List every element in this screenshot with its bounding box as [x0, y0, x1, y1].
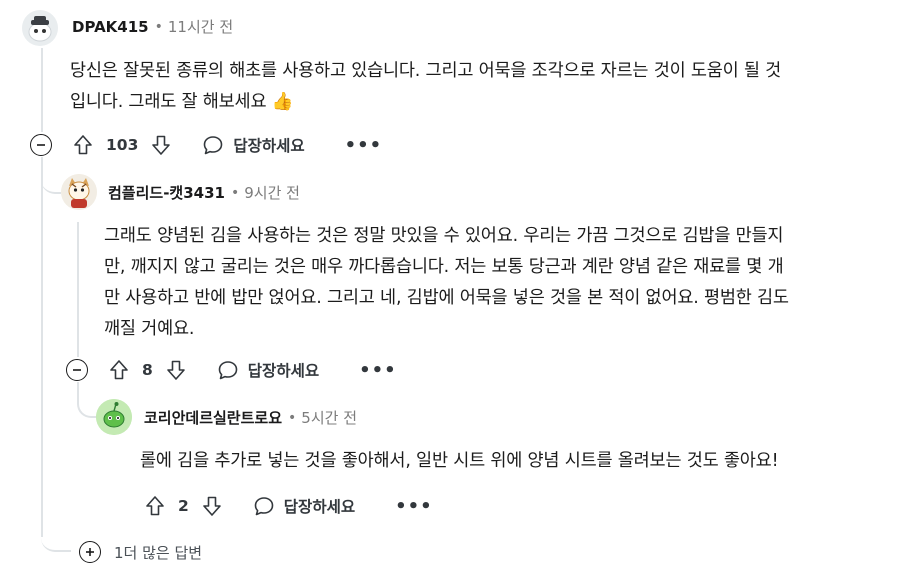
- minus-icon: [73, 369, 81, 371]
- username[interactable]: 컴플리드-캣3431: [108, 182, 225, 203]
- thread-connector: [41, 176, 61, 194]
- more-replies-button[interactable]: 1더 많은 답변: [79, 541, 202, 563]
- comment-meta: 코리안데르실란트로요 • 5시간 전: [144, 407, 357, 428]
- more-options-icon[interactable]: •••: [359, 360, 397, 381]
- separator-dot: •: [154, 18, 163, 35]
- comment-line: 깨질 거예요.: [104, 319, 195, 339]
- collapse-button[interactable]: [66, 359, 88, 381]
- comment-body: 롤에 김을 추가로 넣는 것을 좋아해서, 일반 시트 위에 양념 시트를 올려…: [140, 446, 779, 477]
- minus-icon: [37, 144, 45, 146]
- upvote-icon[interactable]: [144, 495, 166, 517]
- comment-line: 그래도 양념된 김을 사용하는 것은 정말 맛있을 수 있어요. 우리는 가끔 …: [104, 226, 784, 246]
- comment-meta: 컴플리드-캣3431 • 9시간 전: [108, 182, 300, 203]
- speech-bubble-icon: [204, 136, 223, 155]
- upvote-icon[interactable]: [108, 359, 130, 381]
- downvote-icon[interactable]: [201, 495, 223, 517]
- reply-button[interactable]: 답장하세요: [253, 495, 355, 517]
- comment-actions: 8 답장하세요 •••: [108, 356, 397, 384]
- username[interactable]: 코리안데르실란트로요: [144, 407, 282, 428]
- downvote-icon[interactable]: [165, 359, 187, 381]
- timestamp[interactable]: 9시간 전: [244, 182, 300, 203]
- timestamp[interactable]: 11시간 전: [168, 16, 233, 37]
- thread-connector: [41, 520, 71, 552]
- comment-actions: 103 답장하세요 •••: [72, 131, 382, 159]
- speech-bubble-icon: [218, 361, 238, 380]
- comment-body: 그래도 양념된 김을 사용하는 것은 정말 맛있을 수 있어요. 우리는 가끔 …: [104, 221, 789, 345]
- expand-button[interactable]: [79, 541, 101, 563]
- thread-line-root: [41, 157, 43, 537]
- vote-score: 103: [106, 136, 139, 154]
- vote-score: 8: [142, 361, 153, 379]
- more-replies-label: 1더 많은 답변: [114, 543, 203, 562]
- reply-label: 답장하세요: [233, 137, 305, 155]
- thread-line-root: [41, 48, 43, 132]
- plus-icon: [86, 548, 94, 556]
- more-options-icon[interactable]: •••: [345, 135, 383, 156]
- reply-label: 답장하세요: [247, 362, 320, 380]
- upvote-icon[interactable]: [72, 134, 94, 156]
- comment-meta: DPAK415 • 11시간 전: [72, 16, 233, 37]
- reply-button[interactable]: 답장하세요: [217, 359, 319, 381]
- comment-line: 만 사용하고 반에 밥만 얹어요. 그리고 네, 김밥에 어묵을 넣은 것을 본…: [104, 288, 789, 308]
- speech-bubble-icon: [254, 497, 274, 516]
- username[interactable]: DPAK415: [72, 18, 149, 36]
- comment-line: 롤에 김을 추가로 넣는 것을 좋아해서, 일반 시트 위에 양념 시트를 올려…: [140, 451, 779, 471]
- reply-button[interactable]: 답장하세요: [202, 134, 305, 156]
- cat-avatar-icon[interactable]: [61, 174, 97, 210]
- thread-line-child: [77, 222, 79, 357]
- comment-line: 입니다. 그래도 잘 해보세요 👍: [70, 92, 294, 112]
- reply-label: 답장하세요: [283, 498, 356, 516]
- timestamp[interactable]: 5시간 전: [301, 407, 357, 428]
- snoo-avatar-icon[interactable]: [22, 10, 58, 46]
- more-options-icon[interactable]: •••: [395, 496, 433, 517]
- green-snoo-avatar-icon[interactable]: [96, 399, 132, 435]
- separator-dot: •: [288, 409, 297, 426]
- comment-line: 당신은 잘못된 종류의 해초를 사용하고 있습니다. 그리고 어묵을 조각으로 …: [70, 61, 782, 81]
- comment-actions: 2 답장하세요 •••: [144, 492, 433, 520]
- comment-line: 만, 깨지지 않고 굴리는 것은 매우 까다롭습니다. 저는 보통 당근과 계란…: [104, 257, 784, 277]
- vote-score: 2: [178, 497, 189, 515]
- comment-body: 당신은 잘못된 종류의 해초를 사용하고 있습니다. 그리고 어묵을 조각으로 …: [70, 56, 781, 118]
- collapse-button[interactable]: [30, 134, 52, 156]
- downvote-icon[interactable]: [150, 134, 172, 156]
- separator-dot: •: [230, 184, 240, 201]
